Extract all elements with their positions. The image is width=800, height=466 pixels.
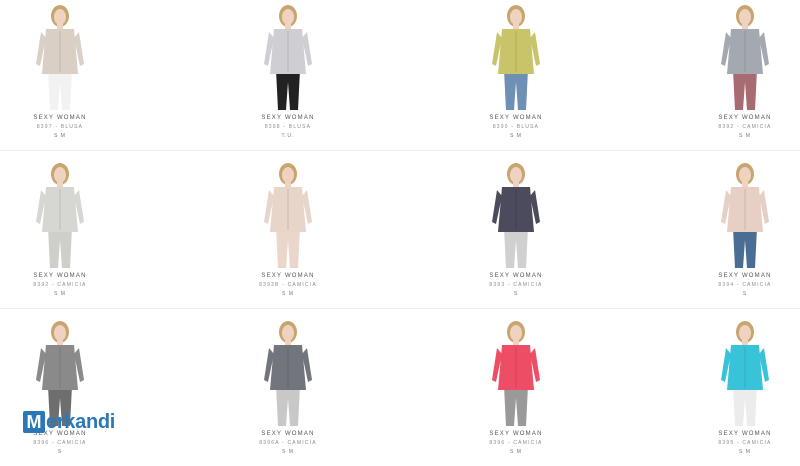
product-card[interactable]: SEXY WOMAN 8396 - CAMICIA S <box>0 316 155 466</box>
row-divider <box>0 150 800 151</box>
product-code: 8392 - CAMICIA <box>33 282 87 288</box>
product-image[interactable] <box>466 162 566 270</box>
product-brand[interactable]: SEXY WOMAN <box>421 431 611 437</box>
product-sizes: S M <box>510 133 522 139</box>
product-brand[interactable]: SEXY WOMAN <box>650 115 800 121</box>
product-code: 8393 - CAMICIA <box>489 282 543 288</box>
product-brand[interactable]: SEXY WOMAN <box>193 115 383 121</box>
product-sizes: S M <box>510 449 522 455</box>
product-sizes: S <box>513 291 519 297</box>
product-brand[interactable]: SEXY WOMAN <box>421 273 611 279</box>
row-divider <box>0 308 800 309</box>
product-image[interactable] <box>466 4 566 112</box>
product-code: 8395 - CAMICIA <box>718 440 772 446</box>
product-code: 8397 - BLUSA <box>36 124 84 130</box>
product-card[interactable]: SEXY WOMAN 8395 - CAMICIA S M <box>650 316 800 466</box>
product-sizes: S M <box>282 449 294 455</box>
product-brand[interactable]: SEXY WOMAN <box>0 115 155 121</box>
product-image[interactable] <box>10 162 110 270</box>
product-sizes: S M <box>739 133 751 139</box>
product-sizes: S M <box>54 291 66 297</box>
product-brand[interactable]: SEXY WOMAN <box>650 431 800 437</box>
product-image[interactable] <box>695 320 795 428</box>
product-sizes: S M <box>739 449 751 455</box>
product-code: 8394 - CAMICIA <box>718 282 772 288</box>
product-brand[interactable]: SEXY WOMAN <box>650 273 800 279</box>
product-code: 8398 - BLUSA <box>264 124 312 130</box>
product-image[interactable] <box>238 320 338 428</box>
product-card[interactable]: SEXY WOMAN 8396 - CAMICIA S M <box>421 316 611 466</box>
product-card[interactable]: SEXY WOMAN 8390 - BLUSA S M <box>421 0 611 150</box>
watermark-letter: M <box>23 411 45 433</box>
product-code: 8396 - CAMICIA <box>489 440 543 446</box>
product-card[interactable]: SEXY WOMAN 8397 - BLUSA S M <box>0 0 155 150</box>
product-code: 8393B - CAMICIA <box>259 282 317 288</box>
product-card[interactable]: SEXY WOMAN 8392 - CAMICIA S M <box>0 158 155 308</box>
product-brand[interactable]: SEXY WOMAN <box>0 273 155 279</box>
product-card[interactable]: SEXY WOMAN 8398 - BLUSA T.U. <box>193 0 383 150</box>
product-card[interactable]: SEXY WOMAN 8396A - CAMICIA S M <box>193 316 383 466</box>
product-image[interactable] <box>10 4 110 112</box>
product-image[interactable] <box>238 162 338 270</box>
product-card[interactable]: SEXY WOMAN 8394 - CAMICIA S <box>650 158 800 308</box>
product-card[interactable]: SEXY WOMAN 8392 - CAMICIA S M <box>650 0 800 150</box>
product-image[interactable] <box>466 320 566 428</box>
product-code: 8392 - CAMICIA <box>718 124 772 130</box>
product-sizes: T.U. <box>281 133 295 139</box>
product-image[interactable] <box>695 162 795 270</box>
product-code: 8390 - BLUSA <box>492 124 540 130</box>
product-sizes: S <box>57 449 63 455</box>
product-image[interactable] <box>695 4 795 112</box>
product-card[interactable]: SEXY WOMAN 8393 - CAMICIA S <box>421 158 611 308</box>
product-code: 8396 - CAMICIA <box>33 440 87 446</box>
merkandi-watermark-logo: M erkandi <box>23 410 115 434</box>
product-image[interactable] <box>238 4 338 112</box>
product-sizes: S M <box>282 291 294 297</box>
product-code: 8396A - CAMICIA <box>259 440 317 446</box>
product-card[interactable]: SEXY WOMAN 8393B - CAMICIA S M <box>193 158 383 308</box>
watermark-text: erkandi <box>46 410 116 433</box>
product-brand[interactable]: SEXY WOMAN <box>193 431 383 437</box>
product-sizes: S M <box>54 133 66 139</box>
product-brand[interactable]: SEXY WOMAN <box>421 115 611 121</box>
product-brand[interactable]: SEXY WOMAN <box>193 273 383 279</box>
product-sizes: S <box>742 291 748 297</box>
